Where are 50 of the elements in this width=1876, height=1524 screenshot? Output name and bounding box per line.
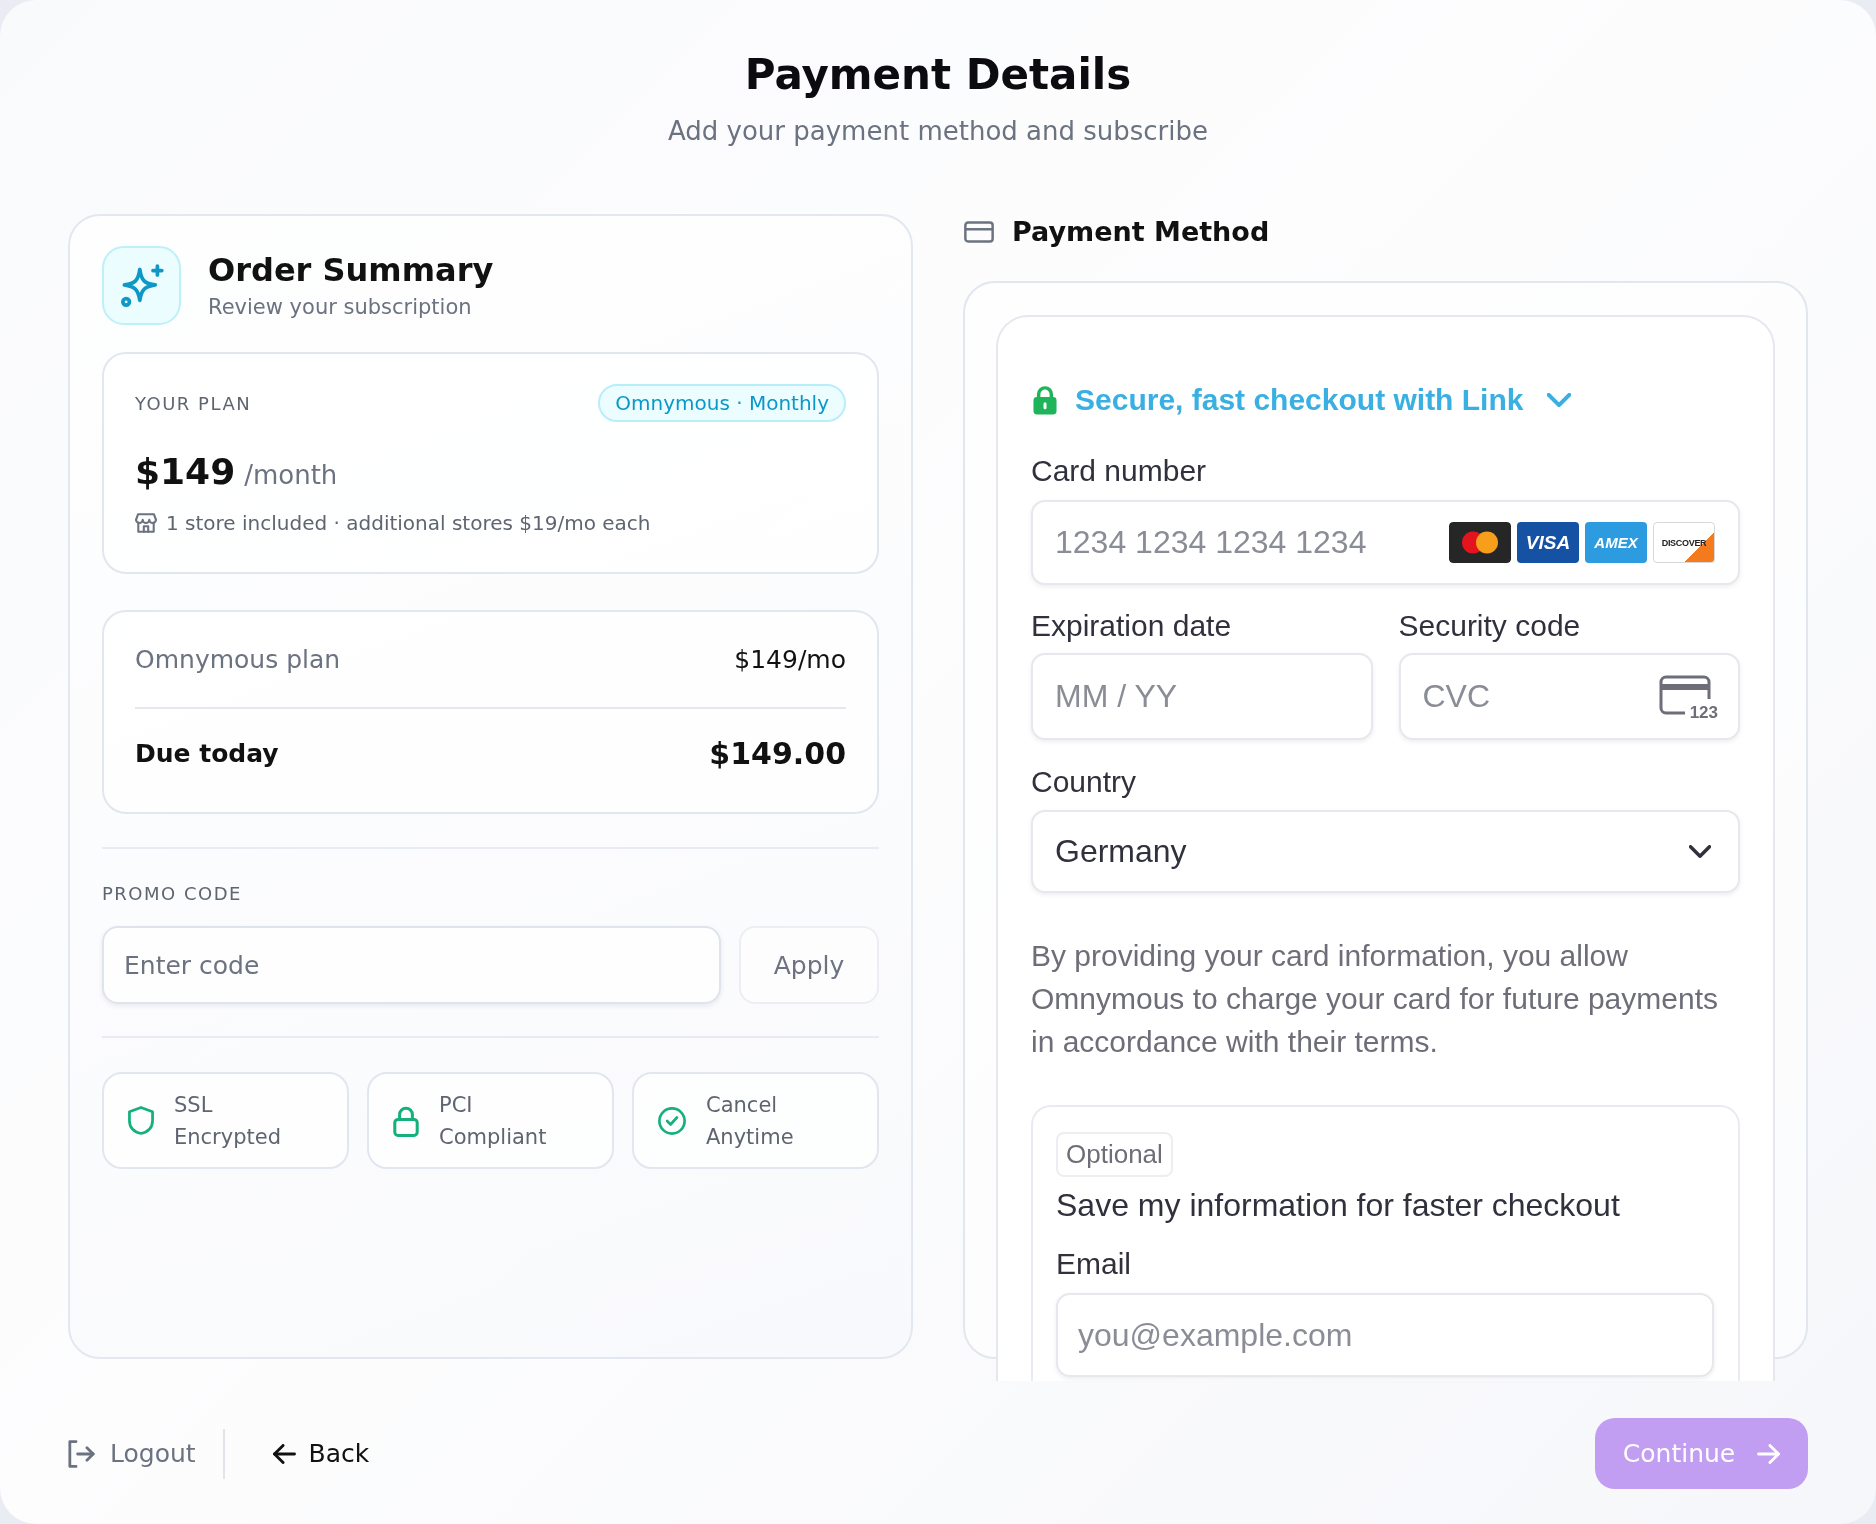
lock-icon xyxy=(393,1104,419,1137)
shield-icon xyxy=(128,1106,154,1135)
price-period: /month xyxy=(244,460,338,490)
arrow-left-icon xyxy=(272,1443,296,1464)
field-label: Card number xyxy=(1031,454,1207,488)
line-item-amount: $149/mo xyxy=(734,644,846,676)
plan-label: YOUR PLAN xyxy=(135,392,252,414)
promo-code-field[interactable]: Enter code xyxy=(102,926,721,1004)
total-amount: $149.00 xyxy=(709,735,846,773)
plan-note: 1 store included · additional stores $19/mo each xyxy=(166,510,651,537)
promo-label: PROMO CODE xyxy=(102,883,242,905)
field-label: Country xyxy=(1031,765,1137,799)
apply-button[interactable]: Apply xyxy=(739,926,879,1004)
field-label: Email xyxy=(1056,1247,1131,1281)
field-label: Security code xyxy=(1398,609,1581,643)
line-item-label: Omnymous plan xyxy=(135,644,341,676)
visa-logo: VISA xyxy=(1517,522,1579,563)
section-title: Payment Method xyxy=(1012,215,1270,249)
store-icon xyxy=(135,513,157,533)
total-label: Due today xyxy=(135,738,279,770)
feature-label: SSL Encrypted xyxy=(174,1091,281,1151)
section-subtitle: Review your subscription xyxy=(208,293,473,321)
consent-text: By providing your card information, you allow Omnymous to charge your card for future payments in accordance with their terms. xyxy=(1031,938,1719,1060)
back-button[interactable]: Back xyxy=(272,1439,370,1468)
optional-tag: Optional xyxy=(1056,1132,1173,1177)
field-label: Expiration date xyxy=(1031,609,1232,643)
credit-card-icon xyxy=(964,221,994,243)
chevron-down-icon xyxy=(1689,845,1711,858)
page-subtitle: Add your payment method and subscribe xyxy=(667,115,1208,148)
discover-logo: DISCOVER xyxy=(1653,522,1715,563)
lock-icon xyxy=(1031,385,1059,415)
section-title: Order Summary xyxy=(208,250,494,289)
feature-label: Cancel Anytime xyxy=(706,1091,794,1151)
expiry-field[interactable]: MM / YY xyxy=(1031,653,1373,740)
overlapping-circles-icon xyxy=(1449,522,1511,563)
arrow-right-icon xyxy=(1757,1443,1781,1464)
email-field[interactable]: you@example.com xyxy=(1056,1293,1714,1377)
amex-logo: AMEX xyxy=(1585,522,1647,563)
feature-label: PCI Compliant xyxy=(439,1091,547,1151)
logout-icon xyxy=(68,1439,95,1468)
check-circle-icon xyxy=(658,1106,686,1135)
plan-tag: Omnymous · Monthly xyxy=(598,384,846,422)
save-info-text: Save my information for faster checkout xyxy=(1056,1187,1620,1223)
plan-price: $149 xyxy=(135,450,236,494)
link-checkout-toggle[interactable]: Secure, fast checkout with Link xyxy=(1031,382,1572,418)
country-select[interactable]: Germany xyxy=(1031,810,1740,893)
page-title: Payment Details xyxy=(744,50,1132,100)
logout-button[interactable]: Logout xyxy=(68,1439,196,1468)
sparkle-icon xyxy=(102,246,181,325)
chevron-down-icon xyxy=(1547,393,1572,407)
